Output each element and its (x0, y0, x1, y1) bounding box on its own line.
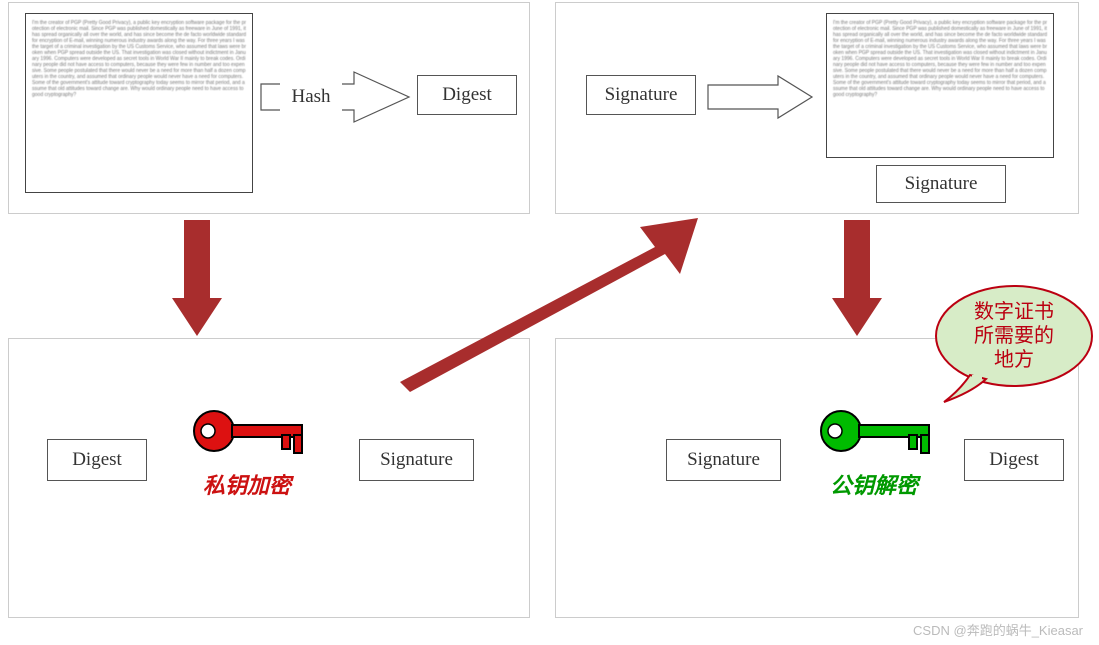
callout-bubble: 数字证书 所需要的 地方 (930, 280, 1098, 415)
key-icon (167, 401, 327, 466)
signature-box-input: Signature (586, 75, 696, 115)
digest-box: Digest (47, 439, 147, 481)
quadrant-2: Signature I'm the creator of PGP (Pretty… (555, 2, 1079, 214)
private-key-caption: 私钥加密 (167, 468, 327, 500)
flow-arrow-q3-q2 (380, 212, 700, 392)
document-text: I'm the creator of PGP (Pretty Good Priv… (32, 20, 246, 98)
watermark: CSDN @奔跑的蜗牛_Kieasar (913, 620, 1083, 639)
digest-box: Digest (417, 75, 517, 115)
public-key-caption: 公钥解密 (794, 468, 954, 500)
callout-line2: 所需要的 (974, 325, 1054, 347)
hash-label: Hash (280, 83, 342, 111)
quadrant-1: I'm the creator of PGP (Pretty Good Priv… (8, 2, 530, 214)
flow-arrow-q2-q4 (830, 218, 884, 338)
document-text: I'm the creator of PGP (Pretty Good Priv… (833, 20, 1047, 98)
attach-arrow-shape (706, 73, 816, 121)
flow-arrow-q1-q3 (170, 218, 224, 338)
doc-signature-box: Signature (876, 165, 1006, 203)
digest-box-output: Digest (964, 439, 1064, 481)
private-key-section: 私钥加密 (167, 401, 327, 500)
signature-box-input: Signature (666, 439, 781, 481)
callout-line3: 地方 (994, 349, 1034, 371)
callout-text: 数字证书 所需要的 地方 (954, 300, 1074, 372)
signature-box-output: Signature (359, 439, 474, 481)
callout-line1: 数字证书 (974, 301, 1054, 323)
document-signed: I'm the creator of PGP (Pretty Good Priv… (826, 13, 1054, 158)
document-original: I'm the creator of PGP (Pretty Good Priv… (25, 13, 253, 193)
public-key-section: 公钥解密 (794, 401, 954, 500)
